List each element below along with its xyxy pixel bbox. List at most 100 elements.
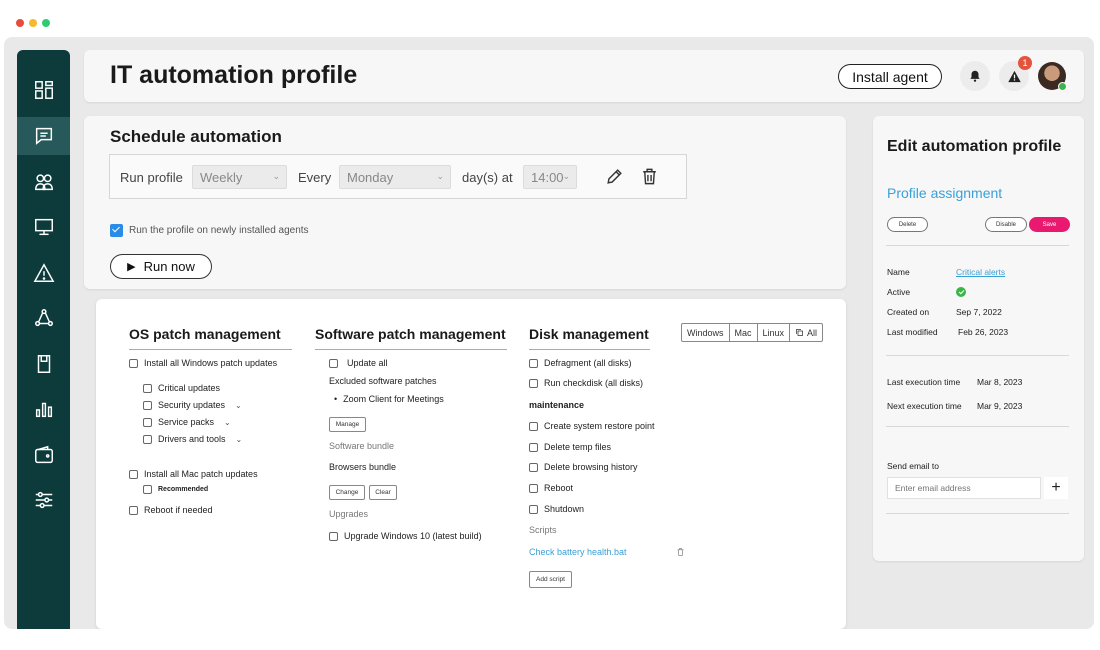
email-input[interactable] [887, 477, 1041, 499]
checkbox[interactable] [143, 434, 152, 444]
notifications-button[interactable] [960, 61, 990, 91]
critical-updates-option[interactable]: Critical updates [143, 383, 220, 393]
checkbox[interactable] [529, 421, 538, 431]
checkbox[interactable] [529, 378, 538, 388]
divider [886, 426, 1069, 427]
checkbox[interactable] [143, 485, 152, 494]
checkbox[interactable] [529, 358, 538, 368]
shutdown-option[interactable]: Shutdown [529, 504, 584, 514]
checkbox[interactable] [529, 504, 538, 514]
sidebar [17, 50, 70, 629]
checkbox[interactable] [143, 383, 152, 393]
checkbox[interactable] [529, 442, 538, 452]
sidebar-item-dashboard[interactable] [17, 71, 70, 109]
day-select[interactable]: Monday ⌄ [339, 165, 451, 189]
days-at-label: day(s) at [462, 170, 513, 185]
trash-icon[interactable] [640, 167, 659, 186]
script-file-link[interactable]: Check battery health.bat [529, 547, 627, 557]
checkbox[interactable] [529, 462, 538, 472]
schedule-title: Schedule automation [110, 127, 282, 146]
defragment-option[interactable]: Defragment (all disks) [529, 358, 632, 368]
sidebar-item-messages[interactable] [17, 117, 70, 155]
option-label: Delete browsing history [544, 462, 638, 472]
update-all-option[interactable]: Update all [329, 358, 388, 368]
checkbox[interactable] [529, 483, 538, 493]
time-select[interactable]: 14:00 ⌄ [523, 165, 577, 189]
reboot-if-needed-option[interactable]: Reboot if needed [129, 505, 213, 515]
add-script-button[interactable]: Add script [529, 571, 572, 588]
tab-all[interactable]: All [790, 324, 822, 341]
reports-icon [35, 402, 52, 418]
browsing-history-option[interactable]: Delete browsing history [529, 462, 638, 472]
minimize-dot[interactable] [29, 19, 37, 27]
checkbox[interactable] [329, 358, 338, 368]
recommended-option[interactable]: Recommended [143, 485, 208, 494]
tab-windows[interactable]: Windows [682, 324, 730, 341]
new-agents-option[interactable]: Run the profile on newly installed agent… [110, 224, 309, 237]
disable-button[interactable]: Disable [985, 217, 1027, 232]
add-email-button[interactable]: + [1044, 477, 1068, 499]
name-value-link[interactable]: Critical alerts [956, 267, 1005, 277]
temp-files-option[interactable]: Delete temp files [529, 442, 611, 452]
checkbox[interactable] [129, 505, 138, 515]
upgrade-windows-option[interactable]: Upgrade Windows 10 (latest build) [329, 531, 482, 541]
sidebar-item-billing[interactable] [17, 436, 70, 474]
edit-icon[interactable] [605, 167, 624, 186]
sidebar-item-devices[interactable] [17, 208, 70, 246]
chevron-down-icon[interactable]: ⌄ [224, 418, 231, 427]
frequency-select[interactable]: Weekly ⌄ [192, 165, 287, 189]
sidebar-item-users[interactable] [17, 163, 70, 201]
trash-icon[interactable] [676, 547, 685, 557]
day-value: Monday [347, 170, 394, 185]
checkdisk-option[interactable]: Run checkdisk (all disks) [529, 378, 643, 388]
install-mac-option[interactable]: Install all Mac patch updates [129, 469, 258, 479]
checkbox[interactable] [129, 469, 138, 479]
os-patch-title: OS patch management [129, 326, 292, 350]
window-dots [16, 19, 50, 27]
alerts-button[interactable]: 1 [999, 56, 1032, 91]
option-label: Service packs [158, 417, 215, 427]
manage-button[interactable]: Manage [329, 417, 366, 432]
option-label: Delete temp files [544, 442, 612, 452]
sidebar-item-settings[interactable] [17, 481, 70, 519]
checkbox[interactable] [143, 400, 152, 410]
delete-button[interactable]: Delete [887, 217, 928, 232]
reboot-option[interactable]: Reboot [529, 483, 573, 493]
divider [886, 355, 1069, 356]
save-button[interactable]: Save [1029, 217, 1070, 232]
new-agents-label: Run the profile on newly installed agent… [129, 225, 309, 236]
name-key: Name [887, 267, 910, 277]
active-check-icon [956, 287, 966, 297]
run-now-button[interactable]: ▶ Run now [110, 254, 212, 279]
network-icon [34, 309, 53, 327]
checkbox[interactable] [143, 417, 152, 427]
sidebar-item-network[interactable] [17, 299, 70, 337]
tab-mac[interactable]: Mac [730, 324, 758, 341]
chevron-down-icon[interactable]: ⌄ [235, 401, 242, 410]
drivers-tools-option[interactable]: Drivers and tools ⌄ [143, 434, 242, 444]
checkbox[interactable] [129, 358, 138, 368]
restore-point-option[interactable]: Create system restore point [529, 421, 655, 431]
sidebar-item-reports[interactable] [17, 390, 70, 428]
security-updates-option[interactable]: Security updates ⌄ [143, 400, 242, 410]
sidebar-item-storage[interactable] [17, 345, 70, 383]
option-label: Install all Mac patch updates [144, 469, 258, 479]
software-bundle-label: Software bundle [329, 441, 395, 451]
install-agent-button[interactable]: Install agent [838, 64, 942, 89]
avatar[interactable] [1038, 62, 1067, 91]
chevron-down-icon[interactable]: ⌄ [236, 435, 243, 444]
install-windows-option[interactable]: Install all Windows patch updates [129, 358, 277, 368]
close-dot[interactable] [16, 19, 24, 27]
clear-button[interactable]: Clear [369, 485, 397, 500]
sidebar-item-alerts[interactable] [17, 254, 70, 292]
change-button[interactable]: Change [329, 485, 365, 500]
option-label: Install all Windows patch updates [144, 358, 278, 368]
service-packs-option[interactable]: Service packs ⌄ [143, 417, 231, 427]
checkbox[interactable] [329, 531, 338, 541]
option-label: Drivers and tools [158, 434, 226, 444]
modified-value: Feb 26, 2023 [958, 327, 1009, 337]
new-agents-checkbox[interactable] [110, 224, 123, 237]
maximize-dot[interactable] [42, 19, 50, 27]
settings-sliders-icon [35, 491, 52, 509]
tab-linux[interactable]: Linux [758, 324, 791, 341]
